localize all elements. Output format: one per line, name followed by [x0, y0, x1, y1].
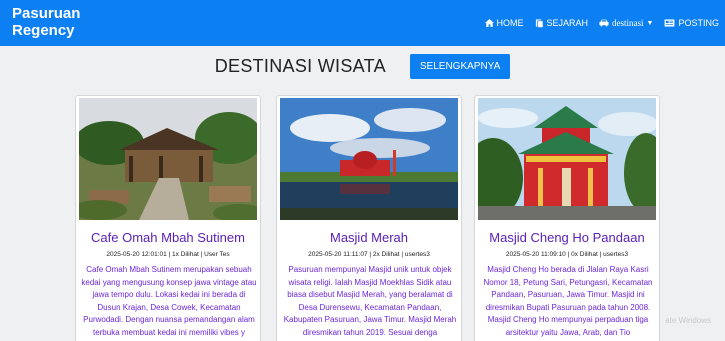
nav-home[interactable]: HOME	[484, 18, 524, 28]
nav-menu: HOME SEJARAH destinasi ▼ POSTING	[474, 0, 719, 46]
card-description: Masjid Cheng Ho berada di Jlalan Raya Ka…	[483, 265, 653, 337]
car-icon	[599, 19, 609, 27]
card-image-masjid-merah[interactable]	[280, 98, 458, 220]
selengkapnya-button[interactable]: SELENGKAPNYA	[409, 54, 511, 79]
section-title: DESTINASI WISATA	[214, 56, 386, 76]
brand-logo[interactable]: Pasuruan Regency	[12, 5, 102, 39]
card-title[interactable]: Masjid Merah	[277, 230, 461, 245]
nav-sejarah-label: SEJARAH	[546, 18, 589, 28]
nav-home-label: HOME	[496, 18, 524, 28]
section-header: DESTINASI WISATA SELENGKAPNYA	[0, 54, 725, 79]
destination-card[interactable]: Masjid Cheng Ho Pandaan 2025-05-20 11:09…	[474, 95, 660, 341]
navbar: Pasuruan Regency HOME SEJARAH destinasi …	[0, 0, 725, 46]
card-image-cafe[interactable]	[79, 98, 257, 220]
destination-card[interactable]: Masjid Merah 2025-05-20 11:11:07 | 2x Di…	[276, 95, 462, 341]
nav-sejarah[interactable]: SEJARAH	[535, 18, 589, 28]
nav-destinasi-dropdown[interactable]: destinasi ▼	[599, 18, 653, 28]
card-title[interactable]: Cafe Omah Mbah Sutinem	[76, 230, 260, 245]
card-meta: 2025-05-20 12:01:01 | 1x Dilihat | User …	[106, 251, 230, 258]
nav-posting-label: POSTING	[678, 18, 719, 28]
newspaper-icon	[665, 19, 675, 27]
card-title[interactable]: Masjid Cheng Ho Pandaan	[475, 230, 659, 245]
home-icon	[484, 19, 494, 27]
windows-activation-watermark: ate Windows	[665, 316, 711, 325]
card-meta: 2025-05-20 11:11:07 | 2x Dilihat | usert…	[308, 251, 430, 258]
card-image-masjid-cheng-ho[interactable]	[478, 98, 656, 220]
nav-posting[interactable]: POSTING	[664, 18, 719, 28]
book-icon	[535, 18, 543, 28]
card-meta: 2025-05-20 11:09:10 | 0x Dilihat | usert…	[505, 251, 629, 258]
card-description: Cafe Omah Mbah Sutinem merupakan sebuah …	[81, 265, 257, 337]
card-description: Pasuruan mempunyai Masjid unik untuk obj…	[283, 265, 457, 337]
nav-destinasi-label: destinasi	[612, 18, 644, 28]
caret-down-icon: ▼	[646, 19, 654, 27]
destination-card[interactable]: Cafe Omah Mbah Sutinem 2025-05-20 12:01:…	[75, 95, 261, 341]
